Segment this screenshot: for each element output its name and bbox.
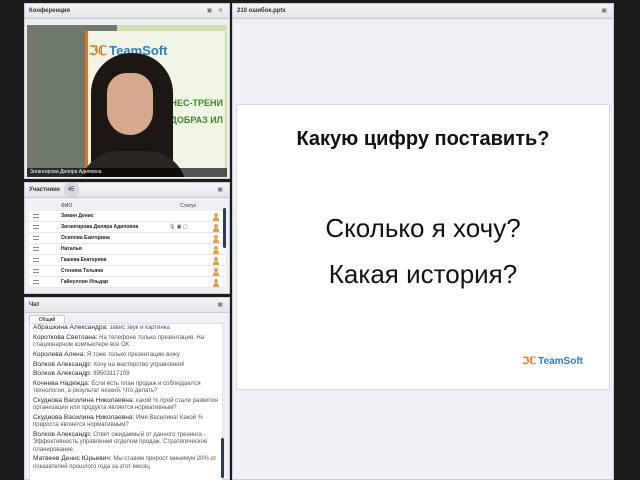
participant-row[interactable]: Зимин Денис xyxy=(29,211,225,222)
speaker-nameplate: Зигангирова Диляра Адиповна xyxy=(27,168,227,177)
presentation-controls-icon[interactable]: ▣ xyxy=(601,4,613,18)
presentation-panel: 210 ошибок.pptx ▣ Какую цифру поставить?… xyxy=(232,3,614,480)
chat-author: Абрашкина Александра: xyxy=(33,324,108,331)
chat-author: Волков Александр: xyxy=(33,370,92,378)
chat-author: Волков Александр: xyxy=(33,360,92,368)
participant-row[interactable]: Гайнуллин Ильдар xyxy=(29,277,225,288)
slide-line-1: Сколько я хочу? xyxy=(325,213,521,243)
chat-text: завис звук и картинка xyxy=(109,325,170,331)
slide-brand-logo: ℑℂ TeamSoft xyxy=(522,356,583,367)
chat-message: Волков Александр: Ответ ожидаемый от дан… xyxy=(33,431,219,454)
chat-header: Чат ▣ xyxy=(25,298,229,313)
chat-message: Скуднова Василина Николаевна: Имя Васили… xyxy=(33,414,219,429)
chat-message: Короткова Светлана: На телефоне только п… xyxy=(33,334,219,349)
drag-handle-icon[interactable] xyxy=(33,258,39,262)
chat-text: Я тоже только презентацию вижу xyxy=(86,351,180,358)
conference-panel: Конференция ▣ ✕ ℑℂ TeamSoft НЕС-ТРЕНИ ДОБ… xyxy=(24,3,230,179)
participant-row[interactable]: Зигангирова Диляра Адиповна 🎙 ▣ ▢ xyxy=(29,222,225,233)
chat-messages: Абрашкина Александра: завис звук и карти… xyxy=(29,323,223,480)
chat-author: Волков Александр: xyxy=(33,431,92,439)
drag-handle-icon[interactable] xyxy=(33,236,39,240)
participant-row[interactable]: Стенина Татьяна xyxy=(29,266,225,277)
drag-handle-icon[interactable] xyxy=(33,269,39,273)
chat-message: Волков Александр: 89503117109 xyxy=(33,370,219,378)
participant-row[interactable]: Наталья xyxy=(29,244,225,255)
chat-author: Матвеев Денис Юрьевич: xyxy=(33,455,112,463)
user-avatar-icon xyxy=(213,257,219,265)
chat-message: Матвеев Денис Юрьевич: Мы ставим прирост… xyxy=(33,455,219,470)
panel-controls-icon[interactable]: ▣ xyxy=(217,183,229,197)
chat-message: Королева Алена: Я тоже только презентаци… xyxy=(33,351,219,359)
column-status[interactable]: Статус xyxy=(180,201,196,211)
participant-name: Стенина Татьяна xyxy=(61,268,104,274)
user-avatar-icon xyxy=(213,213,219,221)
chat-author: Скуднова Василина Николаевна: xyxy=(33,414,135,422)
presentation-header: 210 ошибок.pptx ▣ xyxy=(233,4,613,19)
participants-scrollbar[interactable] xyxy=(223,208,226,248)
participant-row[interactable]: Осипова Екатерина xyxy=(29,233,225,244)
chat-author: Короткова Светлана: xyxy=(33,333,98,341)
user-avatar-icon xyxy=(213,235,219,243)
chat-controls-icon[interactable]: ▣ xyxy=(217,298,229,312)
user-avatar-icon xyxy=(213,279,219,287)
chat-text: Хочу на мастерство управления! xyxy=(93,361,185,368)
drag-handle-icon[interactable] xyxy=(33,225,39,229)
video-feed[interactable]: ℑℂ TeamSoft НЕС-ТРЕНИ ДОБРАЗ ИЛ Зигангиро… xyxy=(27,25,227,177)
slide-line-2: Какая история? xyxy=(328,259,518,289)
participant-name: Зимин Денис xyxy=(61,213,94,219)
participants-list: Зимин Денис Зигангирова Диляра Адиповна 🎙 … xyxy=(25,211,229,288)
participants-title: Участники xyxy=(29,187,60,193)
user-avatar-icon xyxy=(213,246,219,254)
participant-name: Зигангирова Диляра Адиповна xyxy=(61,224,139,230)
chat-message: Скуднова Василина Николаевна: какой % пр… xyxy=(33,397,219,412)
participants-columns: ФИО Статус xyxy=(25,201,229,211)
window-controls-icon[interactable]: ▣ ✕ xyxy=(207,4,229,18)
participant-row[interactable]: Гашева Екатерина xyxy=(29,255,225,266)
participant-name: Гашева Екатерина xyxy=(61,257,107,263)
participants-panel: Участники 45 ▣ ФИО Статус Зимин Денис Зига… xyxy=(24,182,230,294)
participant-name: Гайнуллин Ильдар xyxy=(61,279,109,285)
participants-count-badge: 45 xyxy=(63,183,79,197)
presentation-filename: 210 ошибок.pptx xyxy=(237,8,286,14)
chat-scrollbar[interactable] xyxy=(221,438,224,478)
chat-panel: Чат ▣ Общий Абрашкина Александра: завис … xyxy=(24,297,230,480)
participant-name: Осипова Екатерина xyxy=(61,235,110,241)
chat-author: Королева Алена: xyxy=(33,350,86,358)
user-avatar-icon xyxy=(213,268,219,276)
participant-name: Наталья xyxy=(61,246,82,252)
drag-handle-icon[interactable] xyxy=(33,280,39,284)
participants-header: Участники 45 ▣ xyxy=(25,183,229,198)
chat-text: 89503117109 xyxy=(93,371,130,378)
user-avatar-icon xyxy=(213,224,219,232)
participant-status: 🎙 ▣ ▢ xyxy=(169,224,188,230)
slide-heading: Какую цифру поставить? xyxy=(296,128,550,150)
chat-author: Скуднова Василина Николаевна: xyxy=(33,397,135,405)
drag-handle-icon[interactable] xyxy=(33,214,39,218)
column-name[interactable]: ФИО xyxy=(61,201,72,211)
speaker-figure xyxy=(79,53,187,177)
slide: Какую цифру поставить? Сколько я хочу? К… xyxy=(236,104,610,390)
chat-message: Кочнева Надежда: Если есть план продаж и… xyxy=(33,380,219,395)
chat-message: Абрашкина Александра: завис звук и карти… xyxy=(33,324,219,332)
conference-header: Конференция ▣ ✕ xyxy=(25,4,229,19)
chat-author: Кочнева Надежда: xyxy=(33,380,90,388)
drag-handle-icon[interactable] xyxy=(33,247,39,251)
chat-message: Волков Александр: Хочу на мастерство упр… xyxy=(33,361,219,369)
chat-title: Чат xyxy=(29,302,40,308)
conference-title: Конференция xyxy=(29,8,70,14)
